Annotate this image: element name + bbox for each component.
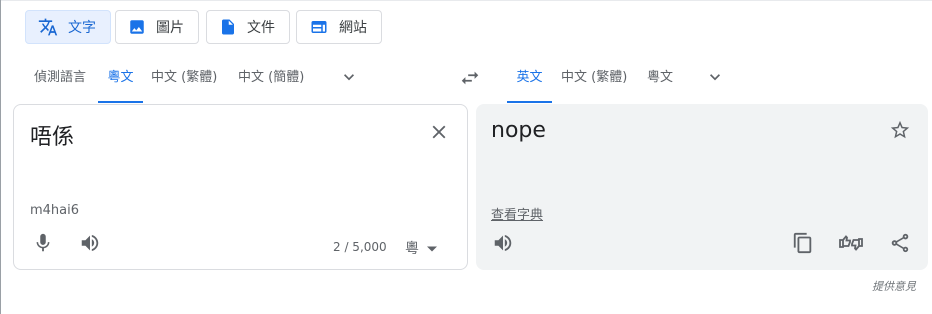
chevron-down-icon <box>339 67 359 91</box>
share-icon <box>889 232 911 258</box>
character-count: 2 / 5,000 <box>333 240 387 254</box>
translation-text: nope <box>491 118 546 143</box>
website-icon <box>309 18 329 36</box>
mode-text-button[interactable]: 文字 <box>25 10 111 44</box>
source-romanization: m4hai6 <box>30 203 80 218</box>
caret-down-icon <box>427 240 437 256</box>
copy-icon <box>792 232 814 258</box>
source-lang-chinese-simplified[interactable]: 中文 (簡體) <box>230 63 312 103</box>
window-top-border <box>0 0 932 1</box>
mode-document-button[interactable]: 文件 <box>206 10 290 44</box>
thumbs-up-down-icon <box>838 231 864 259</box>
source-lang-cantonese[interactable]: 粵文 <box>98 63 143 103</box>
source-lang-more-button[interactable] <box>338 68 360 90</box>
save-translation-button[interactable] <box>888 120 912 144</box>
view-dictionary-link[interactable]: 查看字典 <box>491 204 543 223</box>
window-left-border <box>0 0 1 314</box>
translate-icon <box>38 17 58 37</box>
chevron-down-icon <box>705 67 725 91</box>
target-lang-english[interactable]: 英文 <box>507 63 552 103</box>
mode-text-label: 文字 <box>68 20 96 36</box>
source-text-input[interactable]: 唔係 <box>30 119 74 151</box>
share-translation-button[interactable] <box>888 233 912 257</box>
translation-panel: nope 查看字典 <box>476 104 928 270</box>
speaker-icon <box>492 232 514 258</box>
mode-document-label: 文件 <box>247 20 275 36</box>
speaker-icon <box>79 232 101 258</box>
close-icon <box>428 121 450 147</box>
source-lang-detect[interactable]: 偵測語言 <box>26 63 94 103</box>
swap-languages-button[interactable] <box>459 69 481 91</box>
copy-translation-button[interactable] <box>791 232 815 258</box>
swap-icon <box>459 67 481 93</box>
image-icon <box>128 18 146 36</box>
rate-translation-button[interactable] <box>838 233 864 257</box>
mode-image-label: 圖片 <box>156 20 184 36</box>
source-lang-chinese-traditional[interactable]: 中文 (繁體) <box>143 63 225 103</box>
clear-source-button[interactable] <box>427 122 451 146</box>
mode-website-button[interactable]: 網站 <box>296 10 382 44</box>
mode-image-button[interactable]: 圖片 <box>115 10 199 44</box>
source-text-panel[interactable]: 唔係 m4hai6 2 / 5,000 粵 <box>13 104 468 270</box>
microphone-icon <box>32 232 54 258</box>
voice-input-button[interactable] <box>31 233 55 257</box>
listen-translation-button[interactable] <box>491 233 515 257</box>
send-feedback-link[interactable]: 提供意見 <box>872 278 916 294</box>
document-icon <box>219 18 237 36</box>
listen-source-button[interactable] <box>78 233 102 257</box>
input-tools-button[interactable]: 粵 <box>405 238 437 258</box>
star-outline-icon <box>889 119 911 145</box>
target-lang-chinese-traditional[interactable]: 中文 (繁體) <box>553 63 635 103</box>
ime-label: 粵 <box>405 241 419 257</box>
target-lang-more-button[interactable] <box>704 68 726 90</box>
target-lang-cantonese[interactable]: 粵文 <box>639 63 681 103</box>
mode-website-label: 網站 <box>339 20 367 36</box>
